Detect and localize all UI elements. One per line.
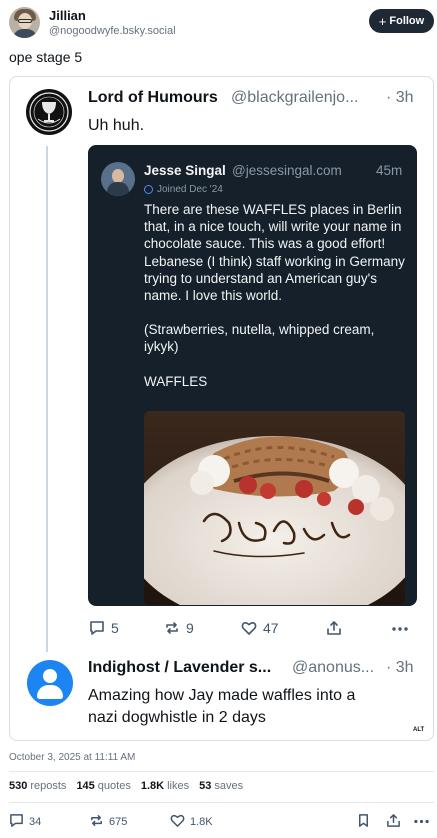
- embed-author-handle[interactable]: @jessesingal.com: [232, 163, 342, 178]
- likes-label: likes: [167, 780, 190, 792]
- speech-bubble-icon: [9, 813, 24, 831]
- waffle-photo[interactable]: [144, 411, 405, 605]
- grail-logo-icon: [29, 92, 69, 132]
- embed-time: 45m: [376, 163, 403, 178]
- reply-time: · 3h: [386, 89, 414, 106]
- second-reply-text-line2: nazi dogwhistle in 2 days: [88, 709, 266, 726]
- post-timestamp: October 3, 2025 at 11:11 AM: [9, 752, 136, 763]
- avatar-glasses: [18, 19, 32, 23]
- reposts-count: 530: [9, 780, 28, 792]
- avatar-body: [107, 182, 129, 196]
- second-reply-time: · 3h: [386, 659, 414, 676]
- avatar-head: [43, 669, 57, 683]
- plus-icon: +: [378, 13, 387, 29]
- post-header: Jillian @nogoodwyfe.bsky.social + Follow: [0, 0, 437, 44]
- bookmark-icon: [356, 813, 371, 831]
- bottom-reply-action[interactable]: 34: [9, 813, 41, 831]
- like-count: 47: [263, 620, 279, 636]
- divider: [9, 802, 434, 803]
- reply-action[interactable]: 5: [89, 620, 119, 636]
- avatar-indighost[interactable]: [27, 660, 73, 706]
- bottom-repost-action[interactable]: 675: [89, 813, 127, 831]
- embed-text: There are these WAFFLES places in Berlin…: [144, 201, 409, 407]
- more-options[interactable]: [391, 620, 408, 636]
- follow-button[interactable]: + Follow: [369, 9, 434, 33]
- avatar[interactable]: [9, 7, 40, 38]
- quotes-stat[interactable]: 145 quotes: [76, 780, 130, 792]
- divider: [9, 771, 434, 772]
- likes-count: 1.8K: [140, 780, 165, 792]
- reply-text: Uh huh.: [88, 117, 145, 134]
- second-reply-author-handle[interactable]: @anonus...: [292, 659, 374, 677]
- likes-stat[interactable]: 1.8K likes: [141, 780, 189, 792]
- bookmark-action[interactable]: [356, 813, 371, 831]
- repost-count: 9: [186, 620, 194, 636]
- quotes-label: quotes: [97, 780, 131, 792]
- bottom-share-action[interactable]: [386, 813, 401, 831]
- heart-icon: [241, 620, 257, 636]
- bottom-like-action[interactable]: 1.8K: [170, 813, 213, 831]
- embed-paragraph: There are these WAFFLES places in Berlin…: [144, 202, 405, 304]
- author-name[interactable]: Jillian: [49, 8, 86, 23]
- alt-badge[interactable]: ALT: [413, 727, 424, 733]
- saves-count: 53: [199, 780, 212, 792]
- reply-author-name[interactable]: Lord of Humours: [88, 89, 218, 107]
- bottom-like-count: 1.8K: [190, 816, 213, 828]
- reposts-label: reposts: [30, 780, 67, 792]
- bottom-reply-count: 34: [29, 816, 42, 828]
- waffle-photo-art: [144, 411, 405, 605]
- follow-label: Follow: [389, 15, 425, 27]
- bottom-more-options[interactable]: [413, 813, 430, 831]
- share-icon: [386, 813, 401, 831]
- share-icon: [326, 620, 342, 636]
- repost-action[interactable]: 9: [164, 620, 194, 636]
- reposts-stat[interactable]: 530 reposts: [9, 780, 66, 792]
- like-action[interactable]: 47: [241, 620, 279, 636]
- avatar-body: [37, 685, 63, 699]
- ellipsis-icon: [413, 813, 430, 831]
- saves-stat[interactable]: 53 saves: [199, 780, 243, 792]
- share-action[interactable]: [326, 620, 342, 636]
- ellipsis-icon: [391, 620, 408, 636]
- heart-icon: [170, 813, 185, 831]
- embed-author-name[interactable]: Jesse Singal: [144, 163, 226, 178]
- avatar-lord-of-humours[interactable]: [26, 89, 72, 135]
- embed-paragraph: (Strawberries, nutella, whipped cream, i…: [144, 322, 375, 355]
- repost-arrows-icon: [89, 813, 104, 831]
- quoted-actions: 5 9 47: [0, 620, 437, 642]
- author-handle[interactable]: @nogoodwyfe.bsky.social: [49, 25, 176, 37]
- avatar-face: [112, 169, 124, 183]
- post-stats: 530 reposts 145 quotes 1.8K likes 53 sav…: [9, 780, 243, 792]
- reply-count: 5: [111, 620, 119, 636]
- avatar-shirt: [13, 29, 37, 38]
- embed-paragraph: WAFFLES: [144, 373, 208, 389]
- bottom-repost-count: 675: [109, 816, 128, 828]
- second-reply-text-line1: Amazing how Jay made waffles into a: [88, 687, 356, 704]
- joined-label: Joined Dec '24: [157, 184, 223, 195]
- repost-arrows-icon: [164, 620, 180, 636]
- verified-badge-icon: [144, 185, 153, 194]
- saves-label: saves: [214, 780, 244, 792]
- reply-author-handle[interactable]: @blackgrailenjo...: [231, 89, 358, 107]
- avatar-jesse-singal[interactable]: [101, 162, 135, 196]
- joined-badge: Joined Dec '24: [144, 184, 223, 195]
- second-reply-author-name[interactable]: Indighost / Lavender s...: [88, 659, 271, 677]
- thread-line: [46, 146, 48, 652]
- speech-bubble-icon: [89, 620, 105, 636]
- post-text: ope stage 5: [9, 49, 83, 65]
- quotes-count: 145: [76, 780, 95, 792]
